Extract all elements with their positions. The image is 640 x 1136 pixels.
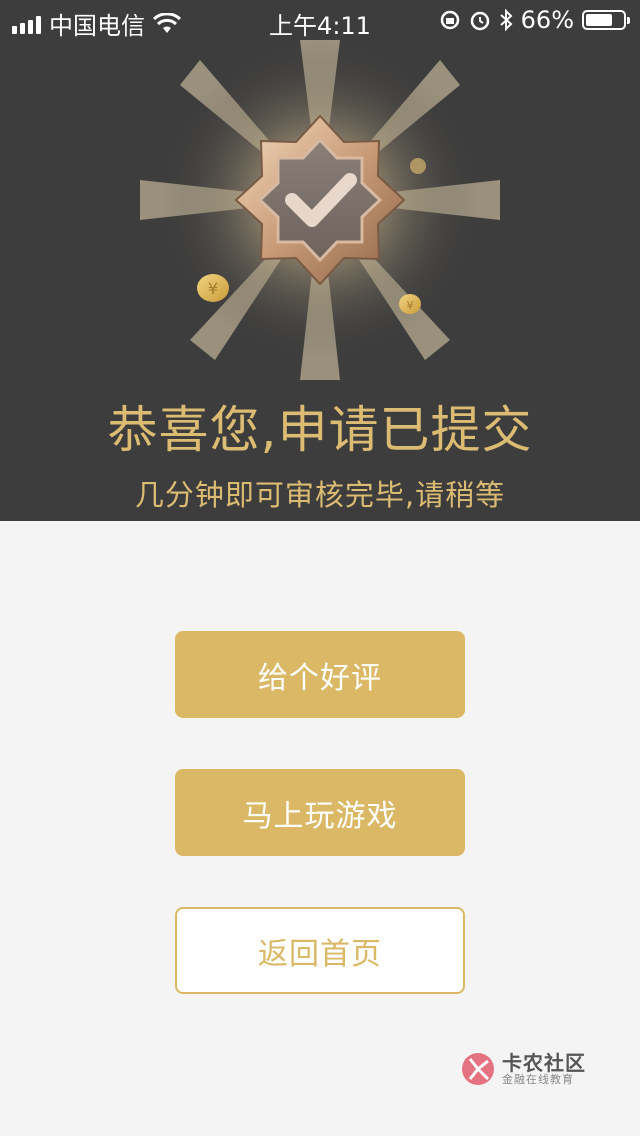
watermark-tagline: 金融在线教育	[502, 1072, 574, 1086]
page-subtitle: 几分钟即可审核完毕,请稍等	[134, 478, 506, 512]
yen-coin-icon: ¥	[197, 274, 229, 302]
page-title: 恭喜您,申请已提交	[107, 401, 533, 459]
header-panel: 中国电信 上午4:11 66% ¥ ¥ 恭喜您,申请已提交 几分钟即可审核完毕,…	[0, 0, 640, 521]
logo-icon	[462, 1053, 494, 1085]
checkmark-badge-icon	[234, 114, 406, 286]
svg-text:¥: ¥	[208, 279, 218, 298]
rate-button[interactable]: 给个好评	[175, 631, 465, 718]
rotation-lock-icon	[440, 10, 459, 30]
watermark: 卡农社区 金融在线教育	[460, 1044, 640, 1094]
yen-coin-icon	[410, 158, 426, 174]
status-bar: 中国电信 上午4:11 66%	[0, 0, 640, 40]
battery-icon	[582, 10, 630, 30]
watermark-name: 卡农社区	[502, 1050, 586, 1075]
play-game-button[interactable]: 马上玩游戏	[175, 769, 465, 856]
back-home-button[interactable]: 返回首页	[175, 907, 465, 994]
yen-coin-icon: ¥	[399, 294, 421, 314]
svg-text:¥: ¥	[407, 299, 414, 312]
alarm-icon	[470, 11, 489, 31]
bluetooth-icon	[499, 9, 513, 31]
battery-percent: 66%	[520, 6, 574, 34]
success-illustration: ¥ ¥	[140, 40, 500, 380]
